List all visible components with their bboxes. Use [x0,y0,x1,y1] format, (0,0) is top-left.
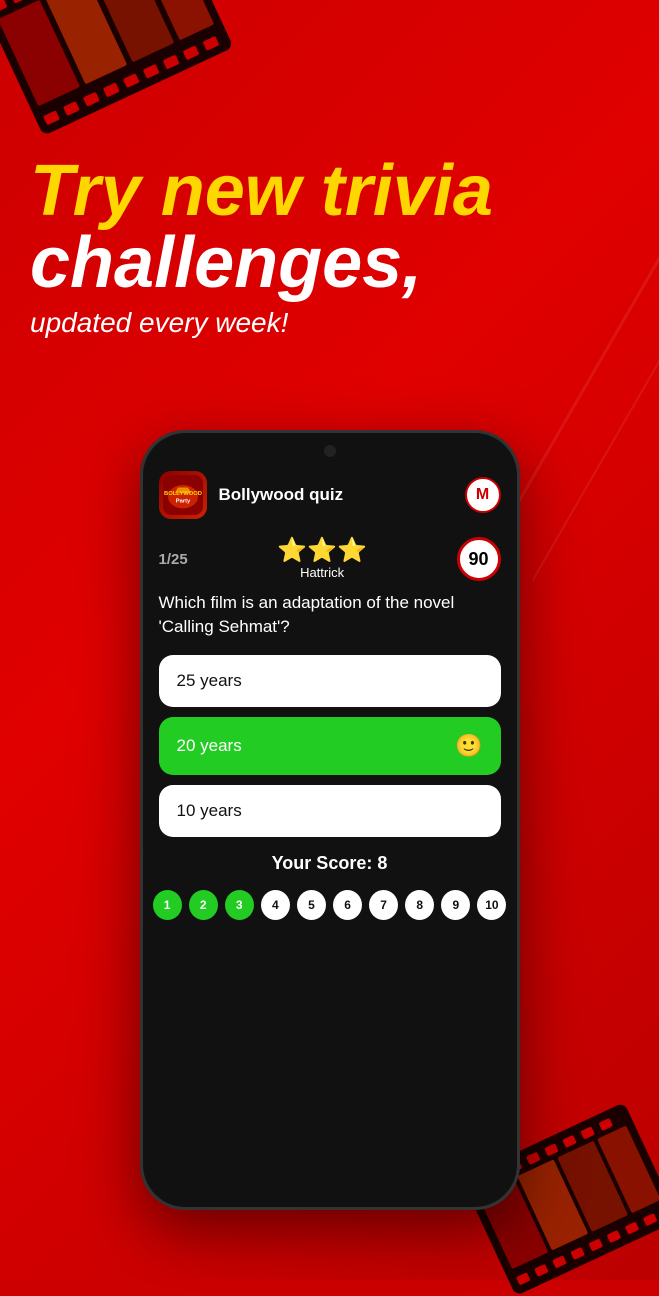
question-text: Which film is an adaptation of the novel… [159,591,501,639]
headline-line1: Try new trivia [30,155,629,227]
hero-header: Try new trivia challenges, updated every… [30,155,629,339]
correct-smiley-icon: 🙂 [455,733,482,759]
answer-text-2: 20 years [177,736,242,756]
app-title: Bollywood quiz [219,485,465,505]
svg-text:Party: Party [175,499,190,505]
answer-option-1[interactable]: 25 years [159,655,501,707]
app-icon: BOLLYWOOD Party [159,471,207,519]
answer-option-2[interactable]: 20 years 🙂 [159,717,501,775]
progress-dot-8[interactable]: 8 [405,890,434,920]
answer-option-3[interactable]: 10 years [159,785,501,837]
phone-outer: BOLLYWOOD Party Bollywood quiz M 1/25 ⭐⭐… [140,430,520,1210]
progress-dot-7[interactable]: 7 [369,890,398,920]
progress-dot-3[interactable]: 3 [225,890,254,920]
avatar[interactable]: M [465,477,501,513]
app-header: BOLLYWOOD Party Bollywood quiz M [143,453,517,529]
progress-dot-9[interactable]: 9 [441,890,470,920]
answer-text-3: 10 years [177,801,242,821]
progress-dot-2[interactable]: 2 [189,890,218,920]
progress-dot-6[interactable]: 6 [333,890,362,920]
subheading: updated every week! [30,307,629,339]
phone-mockup: BOLLYWOOD Party Bollywood quiz M 1/25 ⭐⭐… [140,430,520,1210]
progress-dot-4[interactable]: 4 [261,890,290,920]
timer-display: 90 [457,537,501,581]
score-area: Your Score: 8 [143,853,517,882]
quiz-meta: 1/25 ⭐⭐⭐ Hattrick 90 [159,537,501,581]
progress-dot-5[interactable]: 5 [297,890,326,920]
score-label: Your Score: 8 [143,853,517,874]
phone-camera [324,445,336,457]
question-counter: 1/25 [159,551,188,568]
stars-display: ⭐⭐⭐ [188,539,457,563]
hattrick-label: Hattrick [188,565,457,580]
phone-screen: BOLLYWOOD Party Bollywood quiz M 1/25 ⭐⭐… [143,433,517,1207]
progress-dot-10[interactable]: 10 [477,890,506,920]
headline-line2: challenges, [30,227,629,299]
stars-area: ⭐⭐⭐ Hattrick [188,539,457,580]
progress-dot-1[interactable]: 1 [153,890,182,920]
answer-text-1: 25 years [177,671,242,691]
quiz-area: 1/25 ⭐⭐⭐ Hattrick 90 Which film is an ad… [143,529,517,837]
progress-dots: 12345678910 [143,882,517,936]
